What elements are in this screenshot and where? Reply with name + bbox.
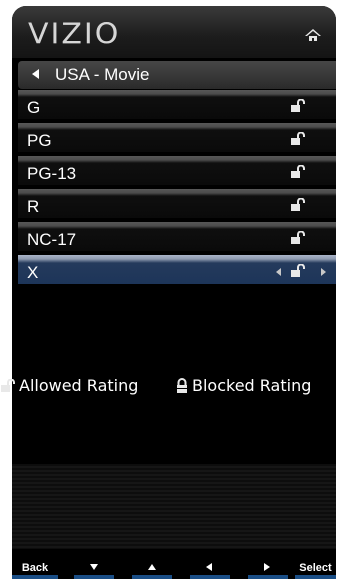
ratings-list: G PG PG-13 R NC-17 X xyxy=(18,90,336,288)
rating-row-pg-13[interactable]: PG-13 xyxy=(18,156,336,185)
down-arrow-icon xyxy=(90,564,98,570)
legend-allowed: Allowed Rating xyxy=(0,376,138,395)
unlocked-padlock-icon xyxy=(1,378,15,392)
rating-row-nc-17[interactable]: NC-17 xyxy=(18,222,336,251)
unlocked-padlock-icon xyxy=(291,99,305,112)
softkey-underline xyxy=(190,575,230,579)
softkey-underline xyxy=(295,575,336,579)
rating-row-r[interactable]: R xyxy=(18,189,336,218)
up-arrow-icon xyxy=(148,564,156,570)
down-button[interactable] xyxy=(74,556,114,579)
softkey-underline xyxy=(248,575,288,579)
legend-blocked-label: Blocked Rating xyxy=(192,376,312,395)
legend-blocked: Blocked Rating xyxy=(175,376,311,395)
menu-title: USA - Movie xyxy=(55,65,150,84)
select-label: Select xyxy=(299,562,332,574)
rating-row-g[interactable]: G xyxy=(18,90,336,119)
unlocked-padlock-icon xyxy=(291,132,305,145)
rating-label: G xyxy=(27,98,41,117)
home-icon[interactable] xyxy=(304,28,322,42)
softkey-underline xyxy=(132,575,172,579)
rating-label: PG-13 xyxy=(27,164,77,183)
rating-label: PG xyxy=(27,131,52,150)
right-arrow-icon xyxy=(264,563,270,571)
menu-title-row[interactable]: USA - Movie xyxy=(18,61,336,89)
unlocked-padlock-icon[interactable] xyxy=(290,264,306,278)
chevron-right-icon[interactable] xyxy=(321,268,326,276)
softkey-underline xyxy=(74,575,114,579)
chevron-left-icon[interactable] xyxy=(276,268,281,276)
rating-label: X xyxy=(27,263,39,282)
rating-row-x[interactable]: X xyxy=(18,255,336,284)
select-button[interactable]: Select xyxy=(295,556,336,579)
left-arrow-icon xyxy=(206,563,212,571)
rating-label: NC-17 xyxy=(27,230,77,249)
softkey-bar: Back Select xyxy=(12,556,336,579)
background-texture xyxy=(12,464,336,549)
up-button[interactable] xyxy=(132,556,172,579)
back-label: Back xyxy=(21,562,49,574)
unlocked-padlock-icon xyxy=(291,231,305,244)
unlocked-padlock-icon xyxy=(291,165,305,178)
softkey-underline xyxy=(12,575,58,579)
vizio-logo: VIZIO xyxy=(28,17,121,52)
lock-legend: Allowed Rating Blocked Rating xyxy=(0,376,340,398)
unlocked-padlock-icon xyxy=(291,198,305,211)
left-button[interactable] xyxy=(190,556,230,579)
back-button[interactable]: Back xyxy=(12,556,58,579)
tv-menu-panel: VIZIO USA - Movie G PG PG-13 R NC-17 X B… xyxy=(12,6,336,579)
left-arrow-icon[interactable] xyxy=(32,69,39,79)
right-button[interactable] xyxy=(248,556,288,579)
rating-row-pg[interactable]: PG xyxy=(18,123,336,152)
locked-padlock-icon xyxy=(177,377,187,393)
legend-allowed-label: Allowed Rating xyxy=(19,376,139,395)
rating-label: R xyxy=(27,197,40,216)
header-bar: VIZIO xyxy=(12,6,336,58)
